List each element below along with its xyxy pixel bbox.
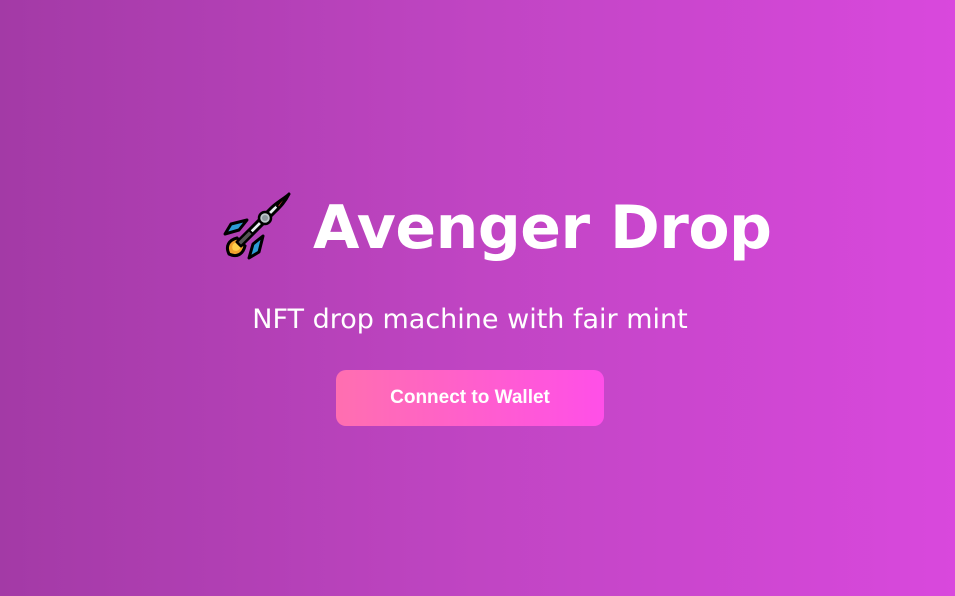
page-title: Avenger Drop [313,193,772,263]
page-subtitle: NFT drop machine with fair mint [252,304,688,335]
title-row: Avenger Drop [215,188,772,268]
hero-section: Avenger Drop NFT drop machine with fair … [0,0,955,596]
connect-wallet-button[interactable]: Connect to Wallet [336,370,604,426]
rocket-icon [223,192,291,260]
